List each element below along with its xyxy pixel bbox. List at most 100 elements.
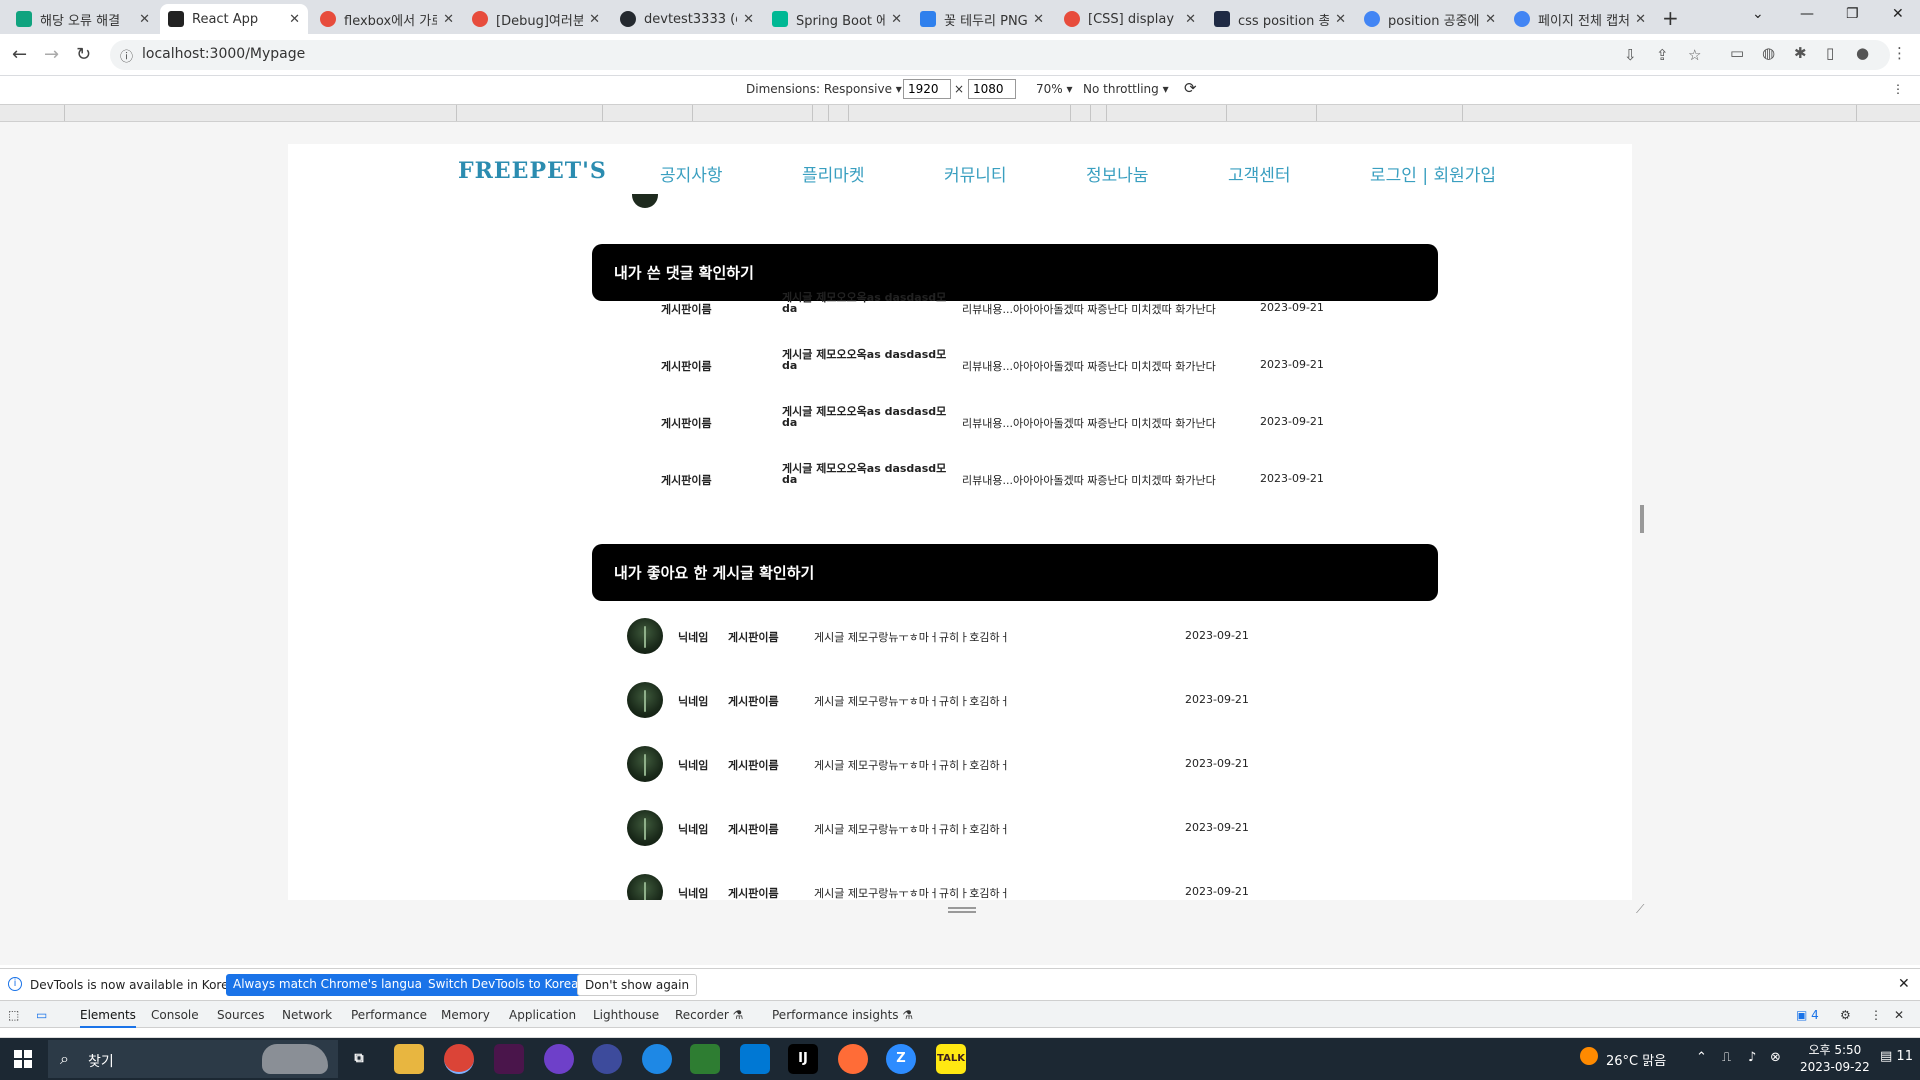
close-devtools-icon[interactable]: ✕ [1894,1008,1904,1022]
browser-tab[interactable]: Spring Boot 에서 ✕ [764,4,910,34]
always-match-language-button[interactable]: Always match Chrome's language [226,974,444,996]
inspect-element-icon[interactable]: ⬚ [8,1008,19,1022]
chrome-icon[interactable] [444,1044,474,1074]
browser-tab[interactable]: flexbox에서 가로 ✕ [312,4,462,34]
tray-chevron-icon[interactable]: ⌃ [1696,1050,1707,1065]
close-tab-icon[interactable]: ✕ [589,12,600,27]
volume-icon[interactable]: ♪ [1748,1050,1756,1065]
kakaotalk-icon[interactable]: TALK [936,1044,966,1074]
github-desktop-icon[interactable] [544,1044,574,1074]
side-panel-icon[interactable]: ▯ [1826,44,1834,62]
liked-post-row[interactable]: 닉네임 게시판이름 게시글 제모구랑뉴ㅜㅎ마ㅓ규히ㅏ호김하ㅓ 2023-09-2… [288,808,1632,848]
viewport-resize-corner-icon[interactable]: ⟋ [1636,902,1644,917]
address-bar[interactable]: ⓘ localhost:3000/Mypage ⇩ ⇪ ☆ [110,40,1890,70]
install-icon[interactable]: ⇩ [1624,46,1637,64]
profile-avatar-icon[interactable]: ● [1856,44,1869,62]
comment-row[interactable]: 게시판이름 게시글 제모오오옥as dasdasd모da 리뷰내용...아아아아… [288,290,1632,330]
tab-recorder[interactable]: Recorder ⚗ [675,1008,743,1022]
back-icon[interactable]: ← [12,44,27,65]
reload-icon[interactable]: ↻ [76,44,91,65]
browser-tab-active[interactable]: React App ✕ [160,4,308,34]
tab-performance-insights[interactable]: Performance insights ⚗ [772,1008,913,1022]
site-logo[interactable]: FREEPET'S [458,158,607,184]
browser-tab[interactable]: 해당 오류 해결 ✕ [8,4,158,34]
issues-badge[interactable]: ▣ 4 [1796,1008,1819,1022]
avatar[interactable] [627,810,663,846]
close-tab-icon[interactable]: ✕ [1185,12,1196,27]
slack-icon[interactable] [494,1044,524,1074]
liked-post-row[interactable]: 닉네임 게시판이름 게시글 제모구랑뉴ㅜㅎ마ㅓ규히ㅏ호김하ㅓ 2023-09-2… [288,872,1632,900]
weather-text[interactable]: 26°C 맑음 [1606,1050,1666,1069]
devtools-menu-icon[interactable]: ⋮ [1870,1008,1882,1022]
tray-app-icon[interactable]: ⊗ [1770,1050,1781,1065]
close-tab-icon[interactable]: ✕ [139,12,150,27]
avatar[interactable] [627,682,663,718]
task-view-icon[interactable]: ⧉ [344,1044,374,1074]
post-title[interactable]: 게시글 제모오오옥as dasdasd모da [782,349,954,371]
rotate-icon[interactable]: ⟳ [1184,79,1197,97]
menu-community[interactable]: 커뮤니티 [944,161,1007,186]
tab-lighthouse[interactable]: Lighthouse [593,1008,659,1022]
liked-post-row[interactable]: 닉네임 게시판이름 게시글 제모구랑뉴ㅜㅎ마ㅓ규히ㅏ호김하ㅓ 2023-09-2… [288,744,1632,784]
tab-application[interactable]: Application [509,1008,576,1022]
close-tab-icon[interactable]: ✕ [1635,12,1646,27]
tab-performance[interactable]: Performance [351,1008,427,1022]
browser-tab[interactable]: 페이지 전체 캡처 ✕ [1506,4,1654,34]
notification-center-icon[interactable]: ▤ 11 [1880,1049,1913,1064]
url-text[interactable]: localhost:3000/Mypage [142,46,305,62]
close-tab-icon[interactable]: ✕ [1033,12,1044,27]
browser-tab[interactable]: [CSS] display : fl ✕ [1056,4,1204,34]
post-title[interactable]: 게시글 제모구랑뉴ㅜㅎ마ㅓ규히ㅏ호김하ㅓ [814,821,1032,837]
browser-tab[interactable]: [Debug]여러분이 ✕ [464,4,608,34]
dont-show-again-button[interactable]: Don't show again [577,974,698,996]
settings-gear-icon[interactable]: ⚙ [1840,1008,1851,1022]
system-clock[interactable]: 오후 5:50 2023-09-22 [1800,1042,1870,1076]
extension-globe-icon[interactable]: ◍ [1762,44,1775,62]
viewport-resize-handle-right[interactable] [1640,505,1644,533]
file-explorer-icon[interactable] [394,1044,424,1074]
liked-post-row[interactable]: 닉네임 게시판이름 게시글 제모구랑뉴ㅜㅎ마ㅓ규히ㅏ호김하ㅓ 2023-09-2… [288,616,1632,656]
vscode-icon[interactable] [740,1044,770,1074]
tab-memory[interactable]: Memory [441,1008,490,1022]
menu-login-signup[interactable]: 로그인 | 회원가입 [1370,161,1496,186]
post-title[interactable]: 게시글 제모오오옥as dasdasd모da [782,463,954,485]
db-app-icon[interactable] [592,1044,622,1074]
menu-kebab-icon[interactable]: ⋮ [1892,44,1907,62]
intellij-icon[interactable]: IJ [788,1044,818,1074]
post-title[interactable]: 게시글 제모구랑뉴ㅜㅎ마ㅓ규히ㅏ호김하ㅓ [814,885,1032,900]
post-title[interactable]: 게시글 제모구랑뉴ㅜㅎ마ㅓ규히ㅏ호김하ㅓ [814,693,1032,709]
close-tab-icon[interactable]: ✕ [1335,12,1346,27]
menu-notice[interactable]: 공지사항 [660,161,723,186]
browser-tab[interactable]: devtest3333 (de ✕ [612,4,762,34]
avatar[interactable] [627,746,663,782]
menu-support[interactable]: 고객센터 [1228,161,1291,186]
browser-tab[interactable]: 꽃 테두리 PNG ✕ [912,4,1052,34]
tab-elements[interactable]: Elements [80,1008,136,1028]
network-icon[interactable]: ⎍ [1722,1050,1731,1065]
share-icon[interactable]: ⇪ [1656,46,1669,64]
cast-icon[interactable]: ▭ [1730,44,1744,62]
device-toggle-icon[interactable]: ▭ [36,1008,47,1022]
post-title[interactable]: 게시글 제모오오옥as dasdasd모da [782,406,954,428]
close-tab-icon[interactable]: ✕ [1485,12,1496,27]
close-tab-icon[interactable]: ✕ [443,12,454,27]
tab-sources[interactable]: Sources [217,1008,264,1022]
close-tab-icon[interactable]: ✕ [289,12,300,27]
forward-icon[interactable]: → [44,44,59,65]
post-title[interactable]: 게시글 제모오오옥as dasdasd모da [782,292,954,314]
comment-row[interactable]: 게시판이름 게시글 제모오오옥as dasdasd모da 리뷰내용...아아아아… [288,347,1632,387]
tab-network[interactable]: Network [282,1008,332,1022]
post-title[interactable]: 게시글 제모구랑뉴ㅜㅎ마ㅓ규히ㅏ호김하ㅓ [814,757,1032,773]
maps-pin-icon[interactable] [642,1044,672,1074]
viewport-resize-handle-bottom[interactable] [948,907,976,913]
zoom-select[interactable]: 70% ▾ [1036,82,1073,96]
width-input[interactable] [903,79,951,99]
zoom-icon[interactable]: Z [886,1044,916,1074]
close-banner-icon[interactable]: ✕ [1898,976,1910,992]
close-tab-icon[interactable]: ✕ [891,12,902,27]
extensions-puzzle-icon[interactable]: ✱ [1794,44,1807,62]
comment-row[interactable]: 게시판이름 게시글 제모오오옥as dasdasd모da 리뷰내용...아아아아… [288,461,1632,501]
post-title[interactable]: 게시글 제모구랑뉴ㅜㅎ마ㅓ규히ㅏ호김하ㅓ [814,629,1032,645]
minimize-icon[interactable]: — [1800,6,1814,22]
menu-info-share[interactable]: 정보나눔 [1086,161,1149,186]
